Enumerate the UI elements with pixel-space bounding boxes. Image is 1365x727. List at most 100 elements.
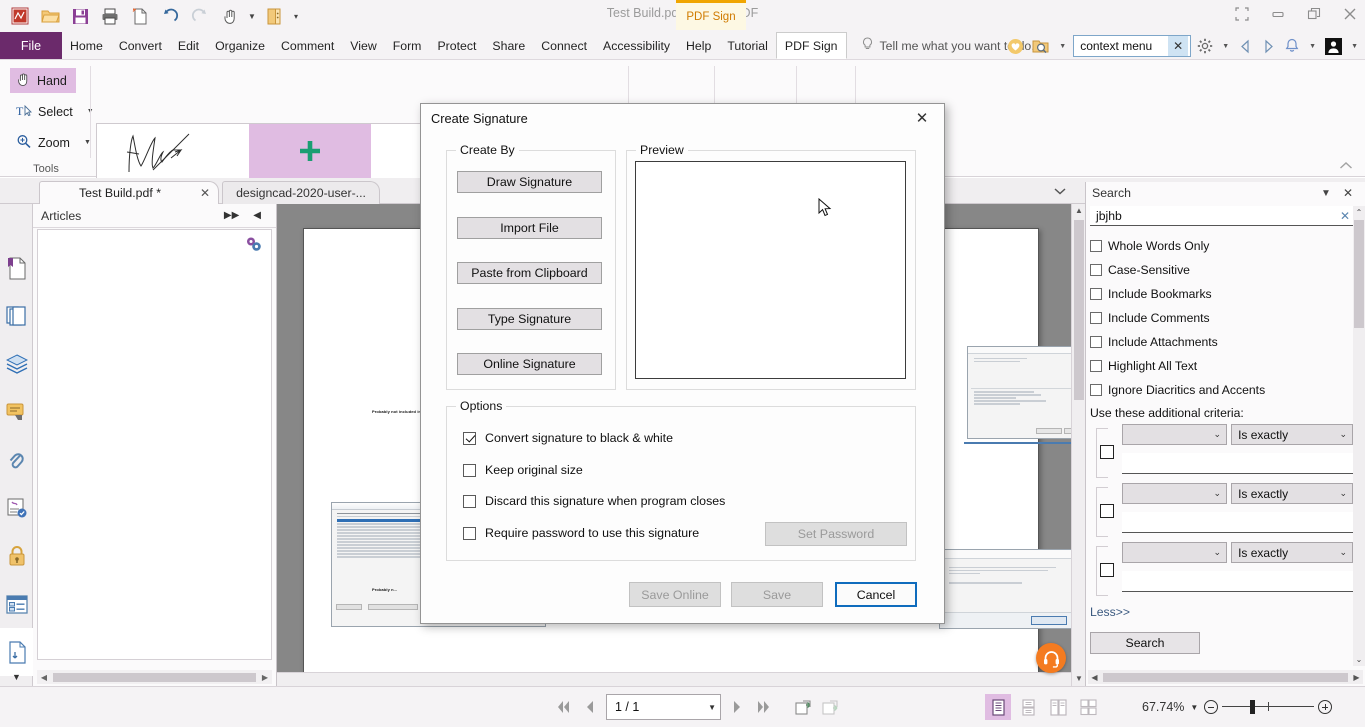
doc-tab-test-build[interactable]: Test Build.pdf * ✕	[39, 181, 219, 204]
zoom-out-icon[interactable]	[1204, 700, 1219, 714]
document-vertical-scrollbar[interactable]: ▲ ▼	[1071, 204, 1085, 686]
avatar[interactable]	[1323, 34, 1344, 58]
articles-horizontal-scrollbar[interactable]: ◀ ▶	[37, 670, 272, 684]
previous-page-icon[interactable]	[579, 696, 601, 718]
signature-preview-canvas[interactable]	[635, 161, 906, 379]
menu-item-view[interactable]: View	[342, 32, 384, 59]
option-discard-on-close[interactable]: Discard this signature when program clos…	[463, 494, 725, 508]
checkbox-include-comments[interactable]: Include Comments	[1090, 306, 1353, 330]
tab-bar-overflow-icon[interactable]	[1054, 184, 1066, 198]
search-panel-horizontal-scrollbar[interactable]: ◀ ▶	[1088, 670, 1363, 684]
signature-thumbnail[interactable]	[97, 124, 249, 178]
option-require-password[interactable]: Require password to use this signature	[463, 526, 699, 540]
fields-icon[interactable]	[0, 580, 33, 628]
slider-knob[interactable]	[1250, 700, 1256, 714]
tool-zoom[interactable]: Zoom ▼	[10, 130, 97, 155]
new-icon[interactable]	[126, 3, 154, 29]
type-signature-button[interactable]: Type Signature	[457, 308, 602, 330]
criteria-value-input[interactable]	[1122, 571, 1353, 592]
open-icon[interactable]	[36, 3, 64, 29]
portfolio-icon[interactable]	[260, 3, 288, 29]
expand-icon[interactable]: ▶▶	[217, 210, 246, 221]
undo-icon[interactable]	[156, 3, 184, 29]
search-button[interactable]: Search	[1090, 632, 1200, 654]
scrollbar-thumb[interactable]	[53, 672, 256, 682]
articles-icon[interactable]	[0, 628, 33, 676]
checkbox-ignore-diacritics[interactable]: Ignore Diacritics and Accents	[1090, 378, 1353, 402]
zoom-preset-caret-icon[interactable]: ▼	[1188, 703, 1200, 712]
criteria-enable-checkbox[interactable]	[1100, 563, 1114, 577]
settings-caret-icon[interactable]: ▼	[1219, 43, 1232, 50]
pages-thumbnails-icon[interactable]	[0, 292, 33, 340]
tool-select[interactable]: T Select ▼	[10, 99, 100, 124]
rail-overflow-icon[interactable]: ▼	[0, 672, 33, 682]
criteria-field-select[interactable]: ⌄	[1122, 542, 1228, 563]
option-keep-original-size[interactable]: Keep original size	[463, 463, 583, 477]
search-query-input[interactable]: jbjhb ✕	[1090, 206, 1353, 226]
option-convert-black-white[interactable]: Convert signature to black & white	[463, 431, 673, 445]
menu-item-file[interactable]: File	[0, 32, 62, 59]
save-icon[interactable]	[66, 3, 94, 29]
search-panel-vertical-scrollbar[interactable]: ⌃ ⌄	[1353, 206, 1365, 666]
paste-from-clipboard-button[interactable]: Paste from Clipboard	[457, 262, 602, 284]
checkbox-include-bookmarks[interactable]: Include Bookmarks	[1090, 282, 1353, 306]
signatures-icon[interactable]	[0, 484, 33, 532]
notifications-bell-icon[interactable]	[1282, 34, 1302, 58]
collapse-ribbon-icon[interactable]	[1339, 161, 1353, 173]
menu-item-tutorial[interactable]: Tutorial	[719, 32, 776, 59]
checkbox-case-sensitive[interactable]: Case-Sensitive	[1090, 258, 1353, 282]
scrollbar-thumb[interactable]	[1354, 220, 1364, 328]
chevron-down-icon[interactable]: ▼	[708, 703, 716, 712]
scroll-up-icon[interactable]: ▲	[1072, 204, 1085, 218]
document-horizontal-scrollbar[interactable]	[277, 672, 1071, 686]
menu-item-comment[interactable]: Comment	[273, 32, 342, 59]
menu-item-protect[interactable]: Protect	[429, 32, 484, 59]
close-icon[interactable]: ✕	[200, 186, 210, 200]
menu-item-accessibility[interactable]: Accessibility	[595, 32, 678, 59]
checkbox-whole-words[interactable]: Whole Words Only	[1090, 234, 1353, 258]
menu-item-connect[interactable]: Connect	[533, 32, 595, 59]
next-view-icon[interactable]	[1259, 34, 1278, 58]
criteria-value-input[interactable]	[1122, 453, 1353, 474]
checkbox-highlight-all-text[interactable]: Highlight All Text	[1090, 354, 1353, 378]
criteria-field-select[interactable]: ⌄	[1122, 483, 1228, 504]
facing-view[interactable]	[1045, 694, 1071, 720]
scroll-left-icon[interactable]: ◀	[37, 673, 51, 682]
menu-item-help[interactable]: Help	[678, 32, 719, 59]
restore-icon[interactable]	[1307, 7, 1321, 24]
notifications-caret-icon[interactable]: ▼	[1306, 43, 1319, 50]
bookmarks-icon[interactable]	[0, 244, 33, 292]
account-caret-icon[interactable]: ▼	[1348, 43, 1361, 50]
favorites-icon[interactable]	[1005, 34, 1026, 58]
previous-view-icon[interactable]	[792, 696, 814, 718]
criteria-operator-select[interactable]: Is exactly ⌄	[1231, 542, 1353, 563]
criteria-field-select[interactable]: ⌄	[1122, 424, 1228, 445]
headset-support-icon[interactable]	[1036, 643, 1066, 673]
scrollbar-thumb[interactable]	[1103, 672, 1348, 682]
layers-icon[interactable]	[0, 340, 33, 388]
security-icon[interactable]	[0, 532, 33, 580]
criteria-operator-select[interactable]: Is exactly ⌄	[1231, 424, 1353, 445]
menu-item-home[interactable]: Home	[62, 32, 111, 59]
search-scope-caret-icon[interactable]: ▼	[1056, 43, 1069, 50]
fullscreen-icon[interactable]	[1235, 6, 1249, 24]
criteria-operator-select[interactable]: Is exactly ⌄	[1231, 483, 1353, 504]
print-icon[interactable]	[96, 3, 124, 29]
menu-item-organize[interactable]: Organize	[207, 32, 273, 59]
continuous-facing-view[interactable]	[1075, 694, 1101, 720]
close-icon[interactable]: ✕	[910, 106, 934, 130]
menu-item-convert[interactable]: Convert	[111, 32, 170, 59]
single-page-view[interactable]	[985, 694, 1011, 720]
first-page-icon[interactable]	[552, 696, 574, 718]
create-signature-button[interactable]	[249, 124, 371, 178]
search-document-icon[interactable]	[1030, 34, 1052, 58]
chevron-down-icon[interactable]: ▼	[1315, 188, 1337, 199]
hand-tool-caret-icon[interactable]: ▼	[246, 12, 258, 21]
criteria-value-input[interactable]	[1122, 512, 1353, 533]
checkbox-include-attachments[interactable]: Include Attachments	[1090, 330, 1353, 354]
criteria-enable-checkbox[interactable]	[1100, 504, 1114, 518]
next-page-icon[interactable]	[726, 696, 748, 718]
last-page-icon[interactable]	[753, 696, 775, 718]
zoom-in-icon[interactable]	[1318, 700, 1333, 714]
tool-hand[interactable]: Hand	[10, 68, 76, 93]
